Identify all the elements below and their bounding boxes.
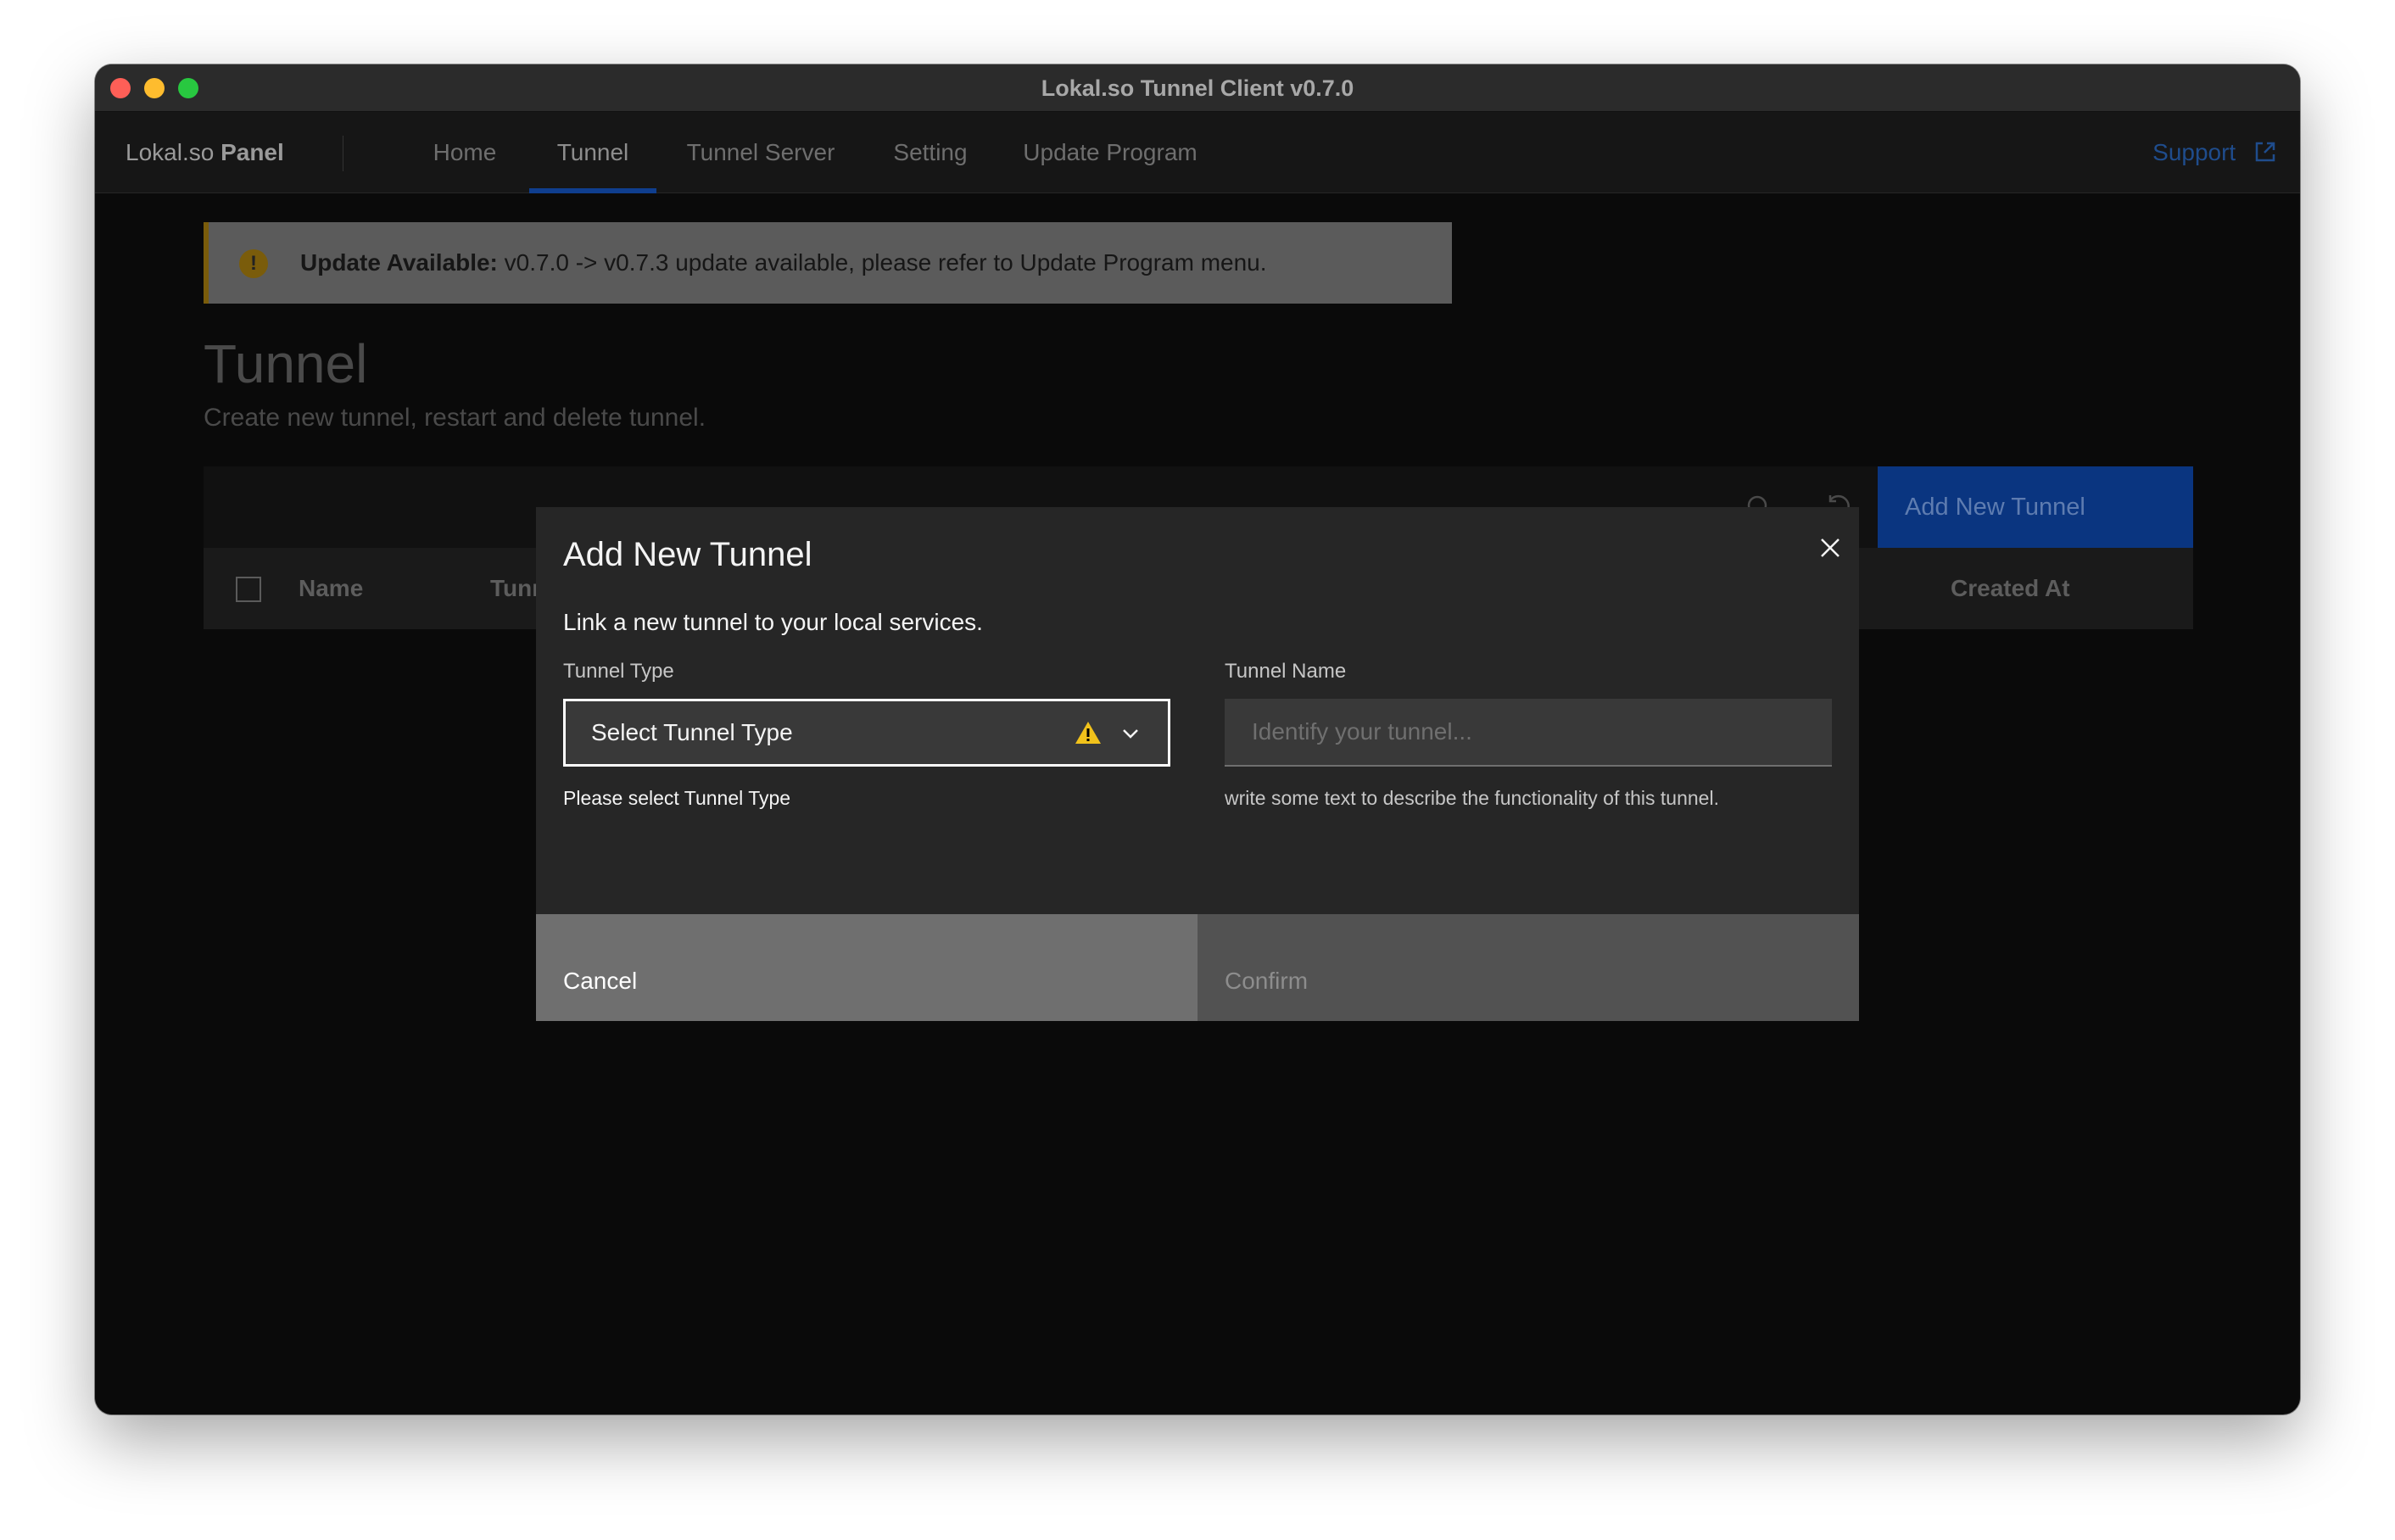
tunnel-type-value: Select Tunnel Type <box>591 719 793 745</box>
tunnel-type-error: Please select Tunnel Type <box>563 787 791 809</box>
tunnel-name-label: Tunnel Name <box>1225 660 1347 683</box>
tunnel-name-input[interactable] <box>1225 699 1832 767</box>
tunnel-type-label: Tunnel Type <box>563 660 674 683</box>
brand-prefix: Lokal.so <box>126 139 215 165</box>
cancel-button[interactable]: Cancel <box>536 914 1198 1021</box>
nav-setting[interactable]: Setting <box>865 112 996 193</box>
modal-description: Link a new tunnel to your local services… <box>563 609 983 635</box>
title-bar: Lokal.so Tunnel Client v0.7.0 <box>95 64 2300 112</box>
external-link-icon <box>2255 142 2275 161</box>
page-subtitle: Create new tunnel, restart and delete tu… <box>204 404 706 432</box>
brand-bold: Panel <box>221 139 284 165</box>
add-tunnel-modal: Add New Tunnel Link a new tunnel to your… <box>536 507 1859 1021</box>
close-icon[interactable] <box>1818 536 1842 560</box>
exclamation-icon: ! <box>239 249 268 278</box>
warning-icon <box>1075 722 1101 744</box>
nav-tunnel-label: Tunnel <box>556 139 629 165</box>
nav-update-program[interactable]: Update Program <box>996 112 1225 193</box>
nav-update-program-label: Update Program <box>1023 139 1198 165</box>
page-title: Tunnel <box>204 333 368 394</box>
nav-tunnel[interactable]: Tunnel <box>529 112 656 193</box>
add-new-tunnel-button[interactable]: Add New Tunnel <box>1878 466 2193 548</box>
update-notification: ! Update Available: v0.7.0 -> v0.7.3 upd… <box>204 222 1452 304</box>
nav-home-label: Home <box>433 139 497 165</box>
nav-home[interactable]: Home <box>400 112 529 193</box>
window-title: Lokal.so Tunnel Client v0.7.0 <box>1041 75 1354 101</box>
top-nav: Lokal.so Panel Home Tunnel Tunnel Server… <box>95 112 2300 193</box>
column-created-at[interactable]: Created At <box>1951 548 2070 629</box>
notification-title: Update Available: <box>300 249 498 276</box>
chevron-down-icon <box>1123 729 1138 739</box>
notification-text: Update Available: v0.7.0 -> v0.7.3 updat… <box>300 222 1267 304</box>
active-tab-indicator <box>529 188 656 193</box>
nav-tunnel-server-label: Tunnel Server <box>686 139 835 165</box>
column-name[interactable]: Name <box>299 548 363 629</box>
modal-footer: Cancel Confirm <box>536 914 1859 1021</box>
nav-setting-label: Setting <box>893 139 968 165</box>
support-link[interactable]: Support <box>2152 112 2276 193</box>
modal-title: Add New Tunnel <box>563 536 812 573</box>
app-window: Lokal.so Tunnel Client v0.7.0 Lokal.so P… <box>95 64 2300 1414</box>
support-label: Support <box>2152 139 2236 165</box>
brand[interactable]: Lokal.so Panel <box>126 112 284 193</box>
tunnel-name-helper: write some text to describe the function… <box>1225 787 1719 809</box>
nav-tunnel-server[interactable]: Tunnel Server <box>656 112 865 193</box>
notification-body: v0.7.0 -> v0.7.3 update available, pleas… <box>497 249 1267 276</box>
tunnel-type-select[interactable]: Select Tunnel Type <box>563 699 1170 767</box>
confirm-button[interactable]: Confirm <box>1198 914 1859 1021</box>
select-all-checkbox[interactable] <box>236 577 261 602</box>
